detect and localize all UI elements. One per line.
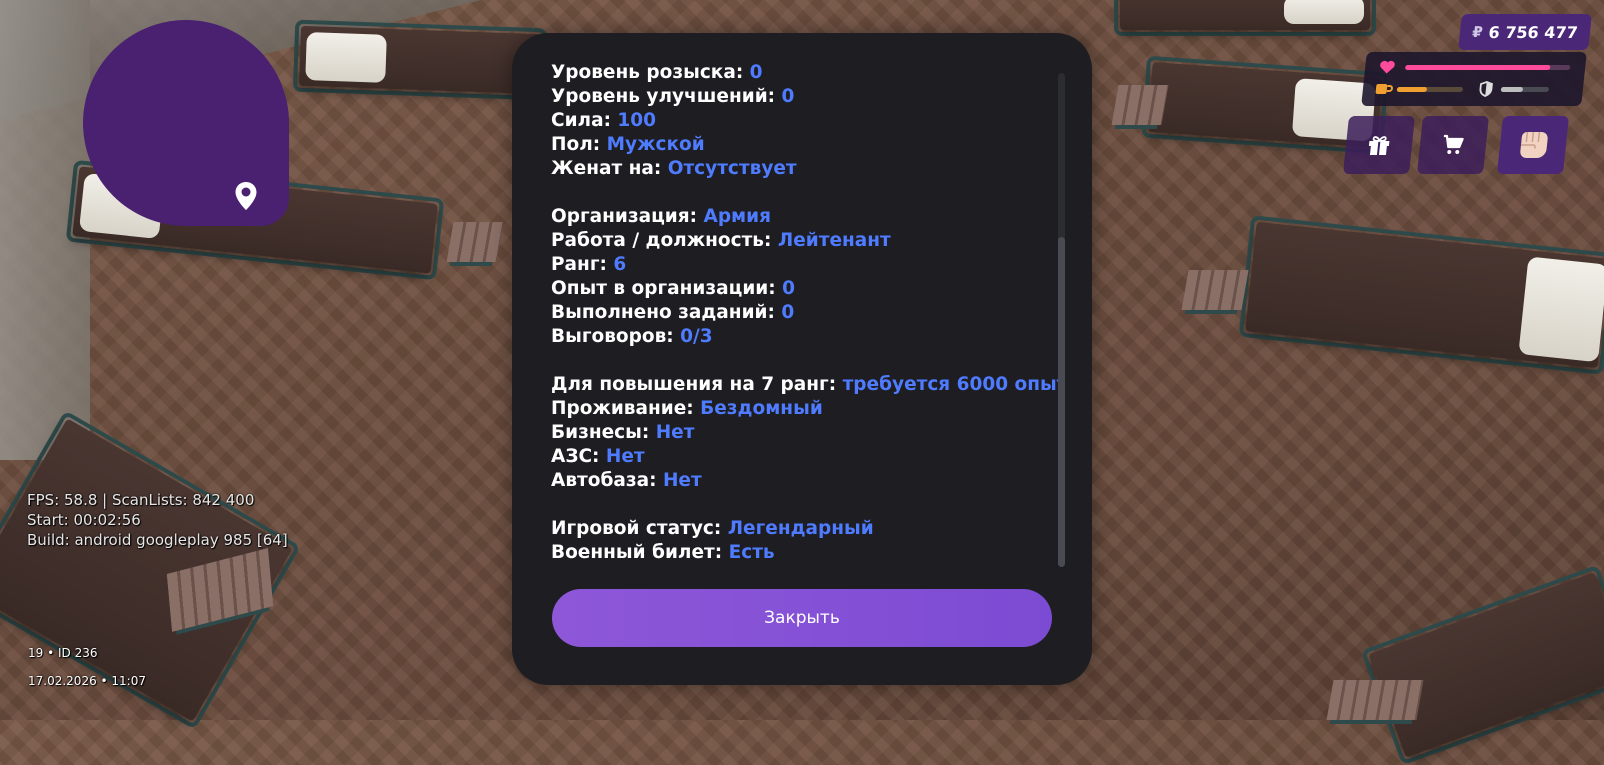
stat-label: Сила: (551, 110, 618, 131)
stats-scroll-area[interactable]: Уровень розыска: 0 Уровень улучшений: 0 Си… (551, 63, 1061, 583)
stat-value: Мужской (606, 134, 705, 155)
row-spacer (551, 349, 1061, 373)
scrollbar[interactable] (1058, 73, 1065, 567)
stool (1111, 85, 1169, 125)
shop-button[interactable] (1416, 116, 1490, 174)
stat-row: Работа / должность: Лейтенант (551, 229, 1061, 253)
armor-bar-track (1500, 87, 1550, 92)
stats-list: Уровень розыска: 0 Уровень улучшений: 0 Си… (551, 63, 1061, 565)
stat-row: Проживание: Бездомный (551, 397, 1061, 421)
stat-row: Опыт в организации: 0 (551, 277, 1061, 301)
stat-label: Для повышения на 7 ранг: (551, 374, 843, 395)
stat-row: Пол: Мужской (551, 133, 1061, 157)
heart-icon (1380, 60, 1395, 74)
character-stats-dialog: Уровень розыска: 0 Уровень улучшений: 0 Си… (512, 33, 1092, 685)
stat-row: Выполнено заданий: 0 (551, 301, 1061, 325)
close-button[interactable]: Закрыть (552, 589, 1052, 647)
row-spacer (551, 493, 1061, 517)
gift-button[interactable] (1342, 116, 1416, 174)
health-bar-track (1404, 65, 1571, 70)
cart-icon (1443, 134, 1464, 154)
fist-icon (1520, 132, 1548, 158)
stat-value: Лейтенант (777, 230, 891, 251)
stat-value: Легендарный (727, 518, 874, 539)
stat-value: Нет (662, 470, 702, 491)
stat-row: Уровень улучшений: 0 (551, 85, 1061, 109)
player-id: 19 • ID 236 (28, 646, 98, 660)
location-pin-icon[interactable] (234, 181, 258, 211)
hunger-bar-fill (1396, 87, 1427, 92)
stool (1326, 680, 1424, 720)
bed (1238, 215, 1604, 375)
fps-text: FPS: 58.8 | ScanLists: 842 400 (27, 491, 255, 509)
stat-label: Опыт в организации: (551, 278, 783, 299)
row-spacer (551, 181, 1061, 205)
ruble-icon: ₽ (1471, 23, 1484, 41)
stool (1181, 270, 1249, 310)
health-bar-fill (1404, 65, 1551, 70)
stat-label: Уровень улучшений: (551, 86, 782, 107)
stat-row: Ранг: 6 (551, 253, 1061, 277)
stat-value: Нет (605, 446, 645, 467)
stat-label: Выговоров: (551, 326, 681, 347)
stool (446, 222, 504, 262)
stat-row: Бизнесы: Нет (551, 421, 1061, 445)
shield-icon (1479, 81, 1493, 97)
stat-value: 0 (749, 63, 763, 83)
stat-value: 6 (613, 254, 627, 275)
scrollbar-thumb[interactable] (1058, 237, 1065, 567)
stat-label: Бизнесы: (551, 422, 656, 443)
stat-row: АЗС: Нет (551, 445, 1061, 469)
stat-value: Отсутствует (667, 158, 797, 179)
stat-row: Военный билет: Есть (551, 541, 1061, 565)
stat-row: Автобаза: Нет (551, 469, 1061, 493)
armor-bar-fill (1500, 87, 1523, 92)
stat-value: 0 (781, 86, 795, 107)
stat-value: Бездомный (700, 398, 823, 419)
fist-button[interactable] (1496, 116, 1570, 174)
stat-row: Женат на: Отсутствует (551, 157, 1061, 181)
bed (292, 19, 548, 101)
date-time: 17.02.2026 • 11:07 (28, 674, 146, 688)
stat-label: Военный билет: (551, 542, 729, 563)
stat-label: Работа / должность: (551, 230, 778, 251)
stat-value: Армия (703, 206, 772, 227)
stat-label: Ранг: (551, 254, 614, 275)
money-display: ₽ 6 756 477 (1458, 14, 1592, 50)
bed (1360, 564, 1604, 765)
stat-row: Организация: Армия (551, 205, 1061, 229)
stat-label: АЗС: (551, 446, 606, 467)
money-amount: 6 756 477 (1487, 22, 1579, 42)
stat-value: требуется 6000 опыта (842, 374, 1061, 395)
build-text: Build: android googleplay 985 [64] (27, 531, 288, 549)
stat-label: Выполнено заданий: (551, 302, 782, 323)
minimap[interactable] (83, 20, 289, 226)
start-text: Start: 00:02:56 (27, 511, 141, 529)
stat-label: Автобаза: (551, 470, 663, 491)
stat-label: Игровой статус: (551, 518, 728, 539)
stat-label: Женат на: (551, 158, 668, 179)
debug-overlay: FPS: 58.8 | ScanLists: 842 400 Start: 00… (27, 490, 288, 550)
gift-icon (1368, 136, 1390, 155)
hunger-bar-track (1396, 87, 1464, 92)
player-stats (1361, 52, 1587, 106)
stat-label: Проживание: (551, 398, 701, 419)
stat-row: Сила: 100 (551, 109, 1061, 133)
stat-row: Игровой статус: Легендарный (551, 517, 1061, 541)
bed (1114, 0, 1376, 36)
stat-row: Для повышения на 7 ранг: требуется 6000 … (551, 373, 1061, 397)
stat-value: Нет (655, 422, 695, 443)
stat-row: Выговоров: 0/3 (551, 325, 1061, 349)
stat-value: 100 (617, 110, 657, 131)
stat-value: Есть (728, 542, 775, 563)
stat-label: Уровень розыска: (551, 63, 750, 83)
coffee-icon (1375, 84, 1393, 94)
stat-label: Организация: (551, 206, 704, 227)
stat-value: 0 (782, 278, 795, 299)
stat-label: Пол: (551, 134, 607, 155)
stat-value: 0/3 (680, 326, 713, 347)
stat-value: 0 (781, 302, 795, 323)
stat-row: Уровень розыска: 0 (551, 63, 1061, 85)
